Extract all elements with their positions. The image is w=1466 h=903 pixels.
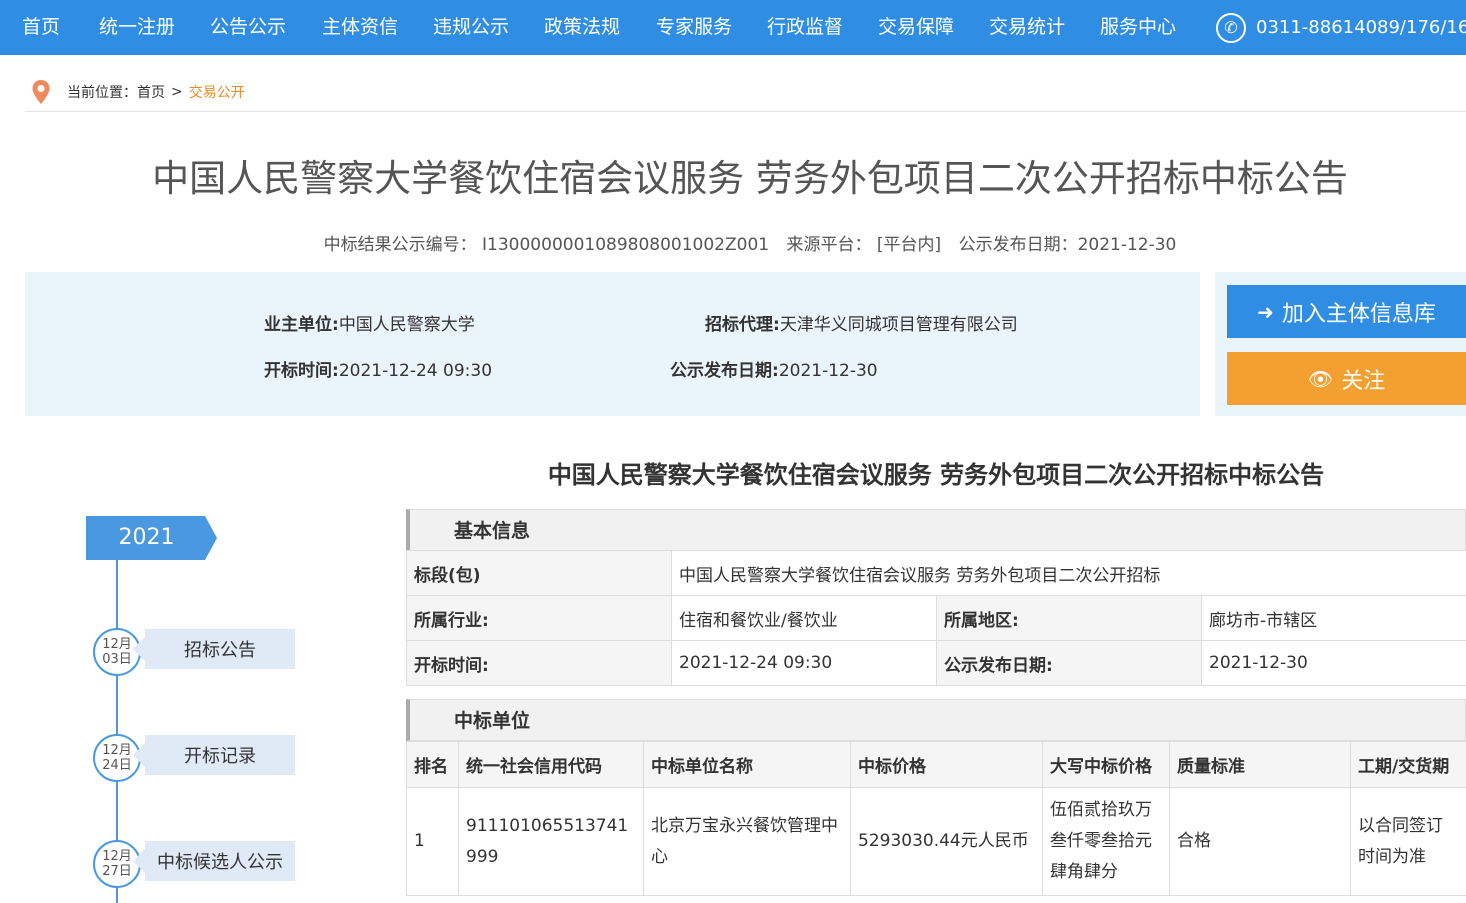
nav-item-violations[interactable]: 违规公示 [433, 0, 509, 55]
col-price: 中标价格 [850, 741, 1043, 788]
nav-item-guarantee[interactable]: 交易保障 [878, 0, 954, 55]
table-header-row: 排名 统一社会信用代码 中标单位名称 中标价格 大写中标价格 质量标准 工期/交… [406, 741, 1466, 788]
col-price-cn: 大写中标价格 [1042, 741, 1170, 788]
winner-table: 排名 统一社会信用代码 中标单位名称 中标价格 大写中标价格 质量标准 工期/交… [406, 741, 1466, 896]
date-month: 12月 [102, 849, 132, 864]
location-pin-icon [32, 79, 50, 104]
nav-item-supervision[interactable]: 行政监督 [767, 0, 843, 55]
industry-label: 所属行业: [406, 595, 672, 641]
col-credit-code: 统一社会信用代码 [458, 741, 644, 788]
region-value: 廊坊市-市辖区 [1201, 595, 1466, 641]
section-value: 中国人民警察大学餐饮住宿会议服务 劳务外包项目二次公开招标 [671, 550, 1466, 596]
cell-price-cn: 伍佰贰拾玖万叁仟零叁拾元肆角肆分 [1042, 787, 1170, 896]
nav-phone: ✆ 0311-88614089/176/169 [1216, 0, 1466, 55]
cell-winner-name: 北京万宝永兴餐饮管理中心 [643, 787, 851, 896]
open-time-value: 2021-12-24 09:30 [671, 640, 937, 686]
open-time-label: 开标时间: [264, 361, 339, 381]
nav-item-home[interactable]: 首页 [22, 0, 60, 55]
publish-date-row: 公示发布日期:2021-12-30 [670, 356, 878, 381]
meta-source: 来源平台： [平台内] [786, 235, 942, 255]
year-text: 2021 [118, 525, 175, 550]
open-time-row: 开标时间:2021-12-24 09:30 [264, 356, 492, 381]
cell-quality: 合格 [1169, 787, 1351, 896]
basic-info-table: 标段(包) 中国人民警察大学餐饮住宿会议服务 劳务外包项目二次公开招标 所属行业… [406, 550, 1466, 686]
winner-heading: 中标单位 [406, 699, 1466, 741]
timeline-item-candidate-notice[interactable]: 中标候选人公示 [133, 841, 295, 881]
nav-item-register[interactable]: 统一注册 [99, 0, 175, 55]
date-day: 24日 [102, 758, 132, 773]
breadcrumb-home[interactable]: 首页 [137, 82, 165, 102]
agent-value: 天津华义同城项目管理有限公司 [779, 315, 1018, 335]
nav-item-notices[interactable]: 公告公示 [210, 0, 286, 55]
nav-item-service[interactable]: 服务中心 [1100, 0, 1176, 55]
breadcrumb-current[interactable]: 交易公开 [189, 82, 245, 102]
col-winner-name: 中标单位名称 [643, 741, 851, 788]
breadcrumb: 当前位置： 首页 > 交易公开 [25, 72, 1466, 112]
summary-panel: 业主单位:中国人民警察大学 招标代理:天津华义同城项目管理有限公司 开标时间:2… [25, 272, 1200, 416]
publish-date-value: 2021-12-30 [1201, 640, 1466, 686]
nav-item-credit[interactable]: 主体资信 [322, 0, 398, 55]
phone-icon: ✆ [1216, 12, 1246, 43]
cell-credit-code: 911101065513741999 [458, 787, 644, 896]
agent-label: 招标代理: [705, 315, 780, 335]
table-row: 1 911101065513741999 北京万宝永兴餐饮管理中心 529303… [406, 787, 1466, 896]
open-time-value: 2021-12-24 09:30 [338, 361, 493, 381]
open-time-label: 开标时间: [406, 640, 672, 686]
section-label: 标段(包) [406, 550, 672, 596]
follow-button[interactable]: 👁 关注 [1227, 352, 1466, 405]
eye-icon: 👁 [1307, 366, 1334, 391]
cell-period: 以合同签订时间为准 [1350, 787, 1466, 896]
nav-item-statistics[interactable]: 交易统计 [989, 0, 1065, 55]
breadcrumb-separator: > [171, 83, 183, 100]
table-row: 标段(包) 中国人民警察大学餐饮住宿会议服务 劳务外包项目二次公开招标 [406, 550, 1466, 596]
sign-in-icon: ➜ [1257, 299, 1274, 324]
top-nav: 首页 统一注册 公告公示 主体资信 违规公示 政策法规 专家服务 行政监督 交易… [0, 0, 1466, 55]
col-period: 工期/交货期 [1350, 741, 1466, 788]
cell-price: 5293030.44元人民币 [850, 787, 1043, 896]
follow-button-label: 关注 [1341, 368, 1386, 394]
industry-value: 住宿和餐饮业/餐饮业 [671, 595, 937, 641]
add-to-database-button[interactable]: ➜ 加入主体信息库 [1227, 285, 1466, 338]
date-month: 12月 [102, 743, 132, 758]
publish-date-label: 公示发布日期: [936, 640, 1202, 686]
owner-value: 中国人民警察大学 [338, 315, 475, 335]
col-quality: 质量标准 [1169, 741, 1351, 788]
meta-date: 公示发布日期：2021-12-30 [958, 235, 1177, 255]
nav-item-policy[interactable]: 政策法规 [544, 0, 620, 55]
date-month: 12月 [102, 637, 132, 652]
cell-rank: 1 [406, 787, 459, 896]
date-day: 27日 [102, 864, 132, 879]
basic-info-heading: 基本信息 [406, 509, 1466, 551]
add-button-label: 加入主体信息库 [1281, 301, 1436, 327]
table-row: 开标时间: 2021-12-24 09:30 公示发布日期: 2021-12-3… [406, 640, 1466, 686]
meta-line: 中标结果公示编号： I1300000001089808001002Z001 来源… [0, 230, 1466, 255]
publish-date-label: 公示发布日期: [670, 361, 779, 381]
date-day: 03日 [102, 652, 132, 667]
owner-label: 业主单位: [264, 315, 339, 335]
col-rank: 排名 [406, 741, 459, 788]
agent-row: 招标代理:天津华义同城项目管理有限公司 [705, 310, 1018, 335]
breadcrumb-label: 当前位置： [67, 84, 137, 101]
content-title: 中国人民警察大学餐饮住宿会议服务 劳务外包项目二次公开招标中标公告 [547, 461, 1325, 489]
meta-code: 中标结果公示编号： I1300000001089808001002Z001 [323, 235, 770, 255]
table-row: 所属行业: 住宿和餐饮业/餐饮业 所属地区: 廊坊市-市辖区 [406, 595, 1466, 641]
timeline-year: 2021 [86, 516, 217, 560]
owner-row: 业主单位:中国人民警察大学 [264, 310, 475, 335]
timeline-item-opening-record[interactable]: 开标记录 [133, 735, 295, 775]
region-label: 所属地区: [936, 595, 1202, 641]
page-title: 中国人民警察大学餐饮住宿会议服务 劳务外包项目二次公开招标中标公告 [152, 157, 1348, 200]
nav-item-experts[interactable]: 专家服务 [656, 0, 732, 55]
timeline-item-tender-notice[interactable]: 招标公告 [133, 629, 295, 669]
phone-number: 0311-88614089/176/169 [1256, 17, 1466, 38]
publish-date-value: 2021-12-30 [778, 361, 878, 381]
